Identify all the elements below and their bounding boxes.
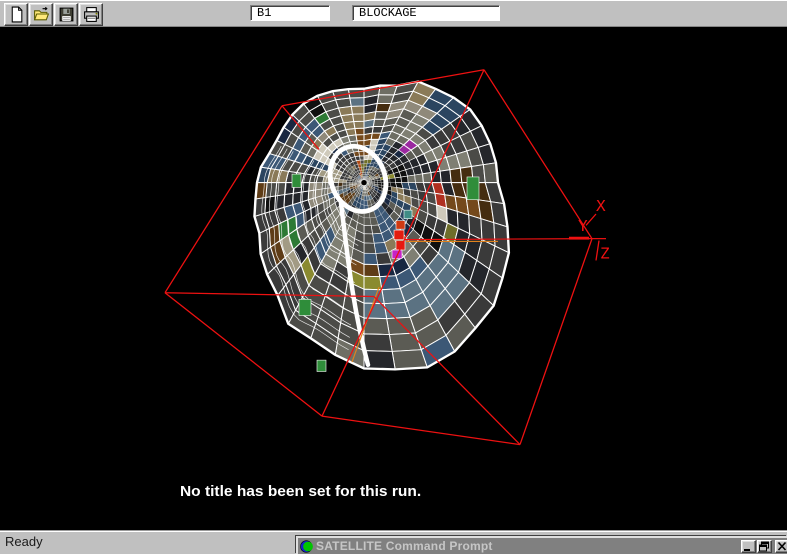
printer-icon [83, 6, 100, 23]
object-type-field[interactable] [352, 5, 500, 21]
open-folder-icon [33, 6, 50, 23]
restore-button[interactable] [757, 540, 772, 553]
blockage-mesh [165, 70, 606, 445]
background-window-titlebar[interactable]: SATELLITE Command Prompt [298, 538, 787, 554]
new-file-button[interactable] [4, 3, 28, 26]
run-title-caption: No title has been set for this run. [180, 483, 421, 500]
axis-triad: X Y Z [578, 197, 610, 262]
toolbar [0, 0, 787, 27]
axis-x-label: X [596, 197, 606, 215]
restore-icon [758, 541, 771, 552]
status-text: Ready [5, 534, 43, 549]
object-id-field[interactable] [250, 5, 330, 21]
minimize-button[interactable] [741, 540, 756, 553]
axis-z-label: Z [600, 245, 610, 263]
save-floppy-icon [58, 6, 75, 23]
close-icon [776, 541, 787, 552]
save-button[interactable] [54, 3, 78, 26]
print-button[interactable] [79, 3, 103, 26]
open-file-button[interactable] [29, 3, 53, 26]
close-button[interactable] [775, 540, 787, 553]
satellite-icon [300, 540, 313, 553]
axis-y-label: Y [578, 217, 588, 235]
background-window[interactable]: SATELLITE Command Prompt [296, 536, 787, 554]
new-document-icon [8, 6, 25, 23]
scene-svg[interactable]: X Y Z No title has been set for this run… [0, 27, 787, 530]
background-window-title: SATELLITE Command Prompt [316, 539, 493, 553]
application-window: X Y Z No title has been set for this run… [0, 0, 787, 554]
viewport-3d[interactable]: X Y Z No title has been set for this run… [0, 27, 787, 530]
minimize-icon [742, 541, 755, 552]
